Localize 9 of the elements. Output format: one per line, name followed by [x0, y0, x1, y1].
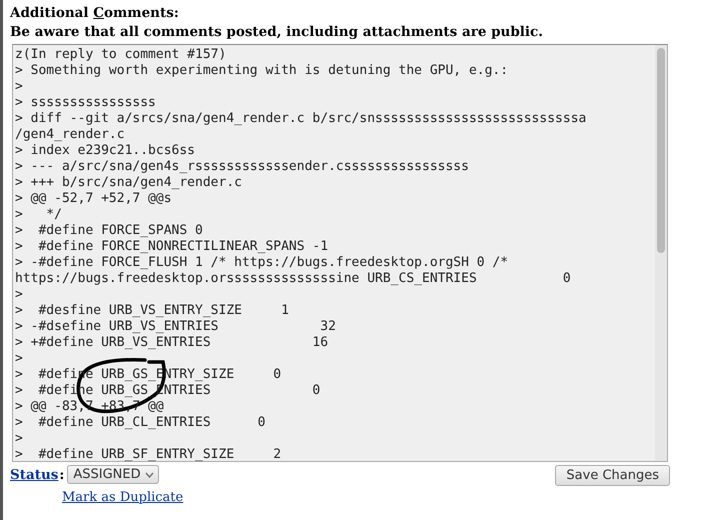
- status-select[interactable]: ASSIGNED: [67, 465, 159, 484]
- save-changes-button[interactable]: Save Changes: [555, 465, 670, 486]
- status-link[interactable]: Status: [10, 466, 58, 482]
- scrollbar[interactable]: [655, 45, 667, 461]
- mark-duplicate-link[interactable]: Mark as Duplicate: [62, 490, 184, 505]
- caret-icon: [144, 472, 154, 478]
- status-colon: :: [59, 466, 64, 482]
- public-notice: Be aware that all comments posted, including attachments are public.: [10, 23, 544, 42]
- comments-heading: Additional Comments:: [10, 4, 180, 23]
